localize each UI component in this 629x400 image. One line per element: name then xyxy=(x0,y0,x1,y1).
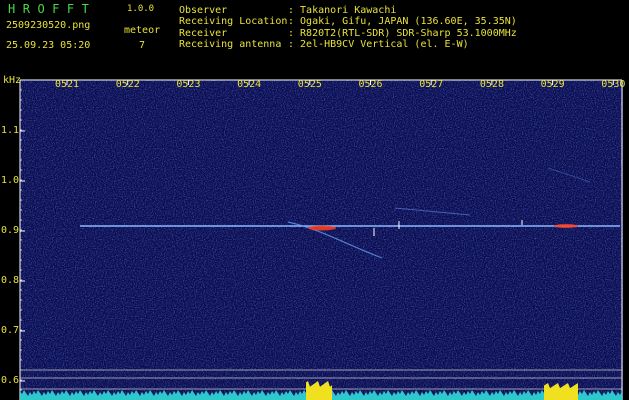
freq-tick-label: 0.9 xyxy=(1,225,20,236)
antenna-value: : 2el-HB9CV Vertical (el. E-W) xyxy=(288,39,469,50)
app-brand: HROFFT xyxy=(8,2,97,16)
time-tick-label: 0530 xyxy=(601,79,626,90)
time-tick-label: 0527 xyxy=(419,79,444,90)
noise-texture xyxy=(20,80,623,400)
frequency-unit: kHz xyxy=(3,75,22,86)
location-label: Receiving Location xyxy=(179,16,288,27)
receiver-label: Receiver xyxy=(179,28,228,39)
time-tick-label: 0523 xyxy=(176,79,201,90)
time-tick-label: 0525 xyxy=(297,79,322,90)
file-name: 2509230520.png xyxy=(6,20,91,31)
freq-tick-label: 1.1 xyxy=(1,125,20,136)
meteor-count-value: 7 xyxy=(139,40,146,51)
freq-tick-label: 0.8 xyxy=(1,275,20,286)
time-tick-label: 0521 xyxy=(55,79,80,90)
observer-value: : Takanori Kawachi xyxy=(288,5,397,16)
time-tick-label: 0528 xyxy=(479,79,504,90)
time-tick-label: 0522 xyxy=(115,79,140,90)
freq-tick-label: 0.7 xyxy=(1,325,20,336)
freq-tick-label: 1.0 xyxy=(1,175,20,186)
app-version: 1.0.0 xyxy=(127,4,155,14)
antenna-label: Receiving antenna xyxy=(179,39,282,50)
time-tick-label: 0529 xyxy=(540,79,565,90)
spectrogram xyxy=(19,79,623,400)
meteor-head xyxy=(554,224,578,228)
time-tick-label: 0524 xyxy=(237,79,262,90)
meteor-head xyxy=(308,225,336,231)
freq-tick-label: 0.6 xyxy=(1,375,20,386)
capture-datetime: 25.09.23 05:20 xyxy=(6,40,91,51)
time-tick-label: 0526 xyxy=(358,79,383,90)
observer-label: Observer xyxy=(179,5,228,16)
location-value: : Ogaki, Gifu, JAPAN (136.60E, 35.35N) xyxy=(288,16,517,27)
meteor-count-label: meteor xyxy=(124,25,161,36)
receiver-value: : R820T2(RTL-SDR) SDR-Sharp 53.1000MHz xyxy=(288,28,517,39)
